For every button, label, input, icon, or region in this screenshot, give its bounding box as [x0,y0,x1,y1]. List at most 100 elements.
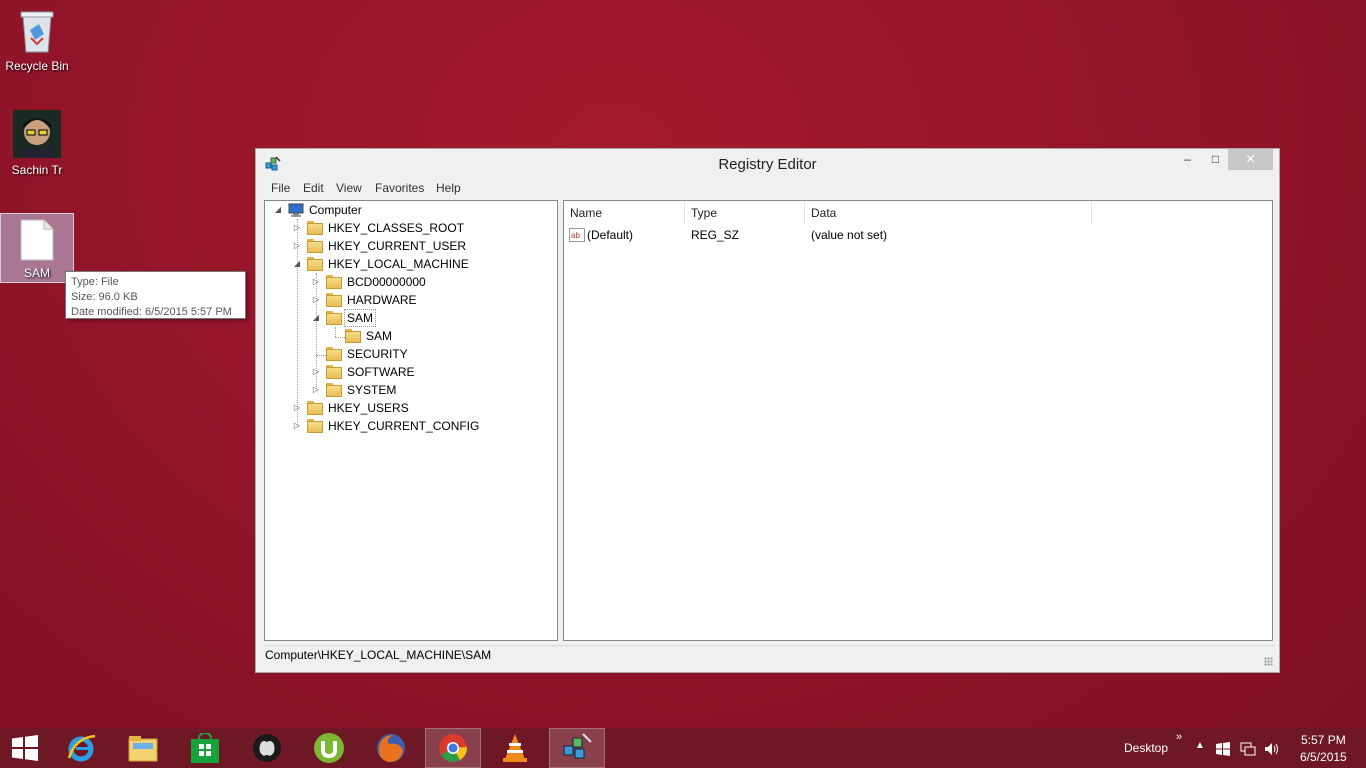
status-bar: Computer\HKEY_LOCAL_MACHINE\SAM [264,645,1274,666]
network-icon[interactable] [1240,742,1256,756]
regedit-button[interactable] [549,728,605,768]
menu-view[interactable]: View [336,181,362,195]
folder-icon [326,383,342,397]
recycle-bin-icon [20,11,54,53]
value-type: REG_SZ [691,228,740,242]
start-button[interactable] [0,728,56,768]
menu-help[interactable]: Help [436,181,461,195]
tree-label: Computer [309,203,362,217]
apple-app-button[interactable] [239,728,295,768]
list-row[interactable]: ab (Default) REG_SZ (value not set) [564,225,1264,245]
tree-label: HKEY_LOCAL_MACHINE [328,257,469,271]
menu-favorites[interactable]: Favorites [375,181,424,195]
clock-time[interactable]: 5:57 PM [1301,733,1346,747]
tree-node-sam-child[interactable]: SAM [265,327,555,345]
file-tooltip: Type: File Size: 96.0 KB Date modified: … [65,271,246,319]
expand-arrow-icon[interactable]: ▷ [311,363,321,381]
tree-node-hardware[interactable]: ▷ HARDWARE [265,291,555,309]
desktop-icon-recycle-bin[interactable]: Recycle Bin [1,6,73,74]
expand-arrow-icon[interactable]: ▷ [292,399,302,417]
tree-label: SECURITY [347,347,408,361]
tree-node-hkcu[interactable]: ▷ HKEY_CURRENT_USER [265,237,555,255]
file-explorer-icon [128,736,158,762]
expand-arrow-icon[interactable]: ▷ [311,273,321,291]
vlc-icon [503,734,527,762]
collapse-arrow-icon[interactable]: ◢ [311,309,321,327]
registry-editor-window: Registry Editor ‒ □ ✕ File Edit View Fav… [255,148,1280,673]
title-bar[interactable]: Registry Editor ‒ □ ✕ [256,149,1279,179]
folder-icon [326,275,342,289]
string-value-icon: ab [569,228,585,242]
desktop-icon-sachin[interactable]: Sachin Tr [1,110,73,180]
desktop-icon-label: Sachin Tr [11,163,63,177]
folder-icon [307,419,323,433]
collapse-arrow-icon[interactable]: ◢ [273,201,283,219]
internet-explorer-button[interactable] [53,728,109,768]
tree-node-hklm[interactable]: ◢ HKEY_LOCAL_MACHINE [265,255,555,273]
resize-grip-icon[interactable] [1264,657,1273,666]
folder-icon [326,293,342,307]
internet-explorer-icon [67,734,96,762]
tree-label: HKEY_CLASSES_ROOT [328,221,465,235]
column-header-name[interactable]: Name [564,201,685,225]
utorrent-icon [314,733,344,763]
tree-node-software[interactable]: ▷ SOFTWARE [265,363,555,381]
status-path: Computer\HKEY_LOCAL_MACHINE\SAM [265,648,492,662]
menu-file[interactable]: File [271,181,290,195]
value-name: (Default) [587,228,634,242]
volume-icon[interactable] [1264,742,1280,756]
tree-node-security[interactable]: SECURITY [265,345,555,363]
tree-label: SAM [366,329,393,343]
values-list-pane[interactable]: Name Type Data ab (Default) REG_SZ (valu… [563,200,1273,641]
utorrent-button[interactable] [301,728,357,768]
tooltip-size: Size: 96.0 KB [71,291,138,303]
folder-icon [307,239,323,253]
expand-arrow-icon[interactable]: ▷ [292,219,302,237]
folder-icon [326,347,342,361]
tree-node-computer[interactable]: ◢ Computer [265,201,555,219]
string-value-icon-text: ab [571,231,580,240]
windows-flag-tray-icon[interactable] [1216,742,1230,756]
tree-node-system[interactable]: ▷ SYSTEM [265,381,555,399]
clock-date[interactable]: 6/5/2015 [1300,750,1347,764]
column-header-data[interactable]: Data [805,201,1092,225]
tree-node-hkcr[interactable]: ▷ HKEY_CLASSES_ROOT [265,219,555,237]
folder-icon [307,257,323,271]
vlc-button[interactable] [487,728,543,768]
firefox-icon [377,734,405,762]
toolbar-overflow-icon[interactable]: » [1176,731,1182,743]
key-tree-pane[interactable]: ◢ Computer ▷ HKEY_CLASSES_ROOT ▷ HKEY_CU… [264,200,558,641]
expand-arrow-icon[interactable]: ▷ [292,237,302,255]
desktop-icon-sam[interactable]: SAM [0,213,74,283]
folder-icon [345,329,361,343]
tree-label: SYSTEM [347,383,397,397]
store-icon [191,733,219,763]
tree-node-bcd[interactable]: ▷ BCD00000000 [265,273,555,291]
tree-node-hku[interactable]: ▷ HKEY_USERS [265,399,555,417]
collapse-arrow-icon[interactable]: ◢ [292,255,302,273]
user-photo-icon [13,110,61,158]
tree-label: HKEY_CURRENT_CONFIG [328,419,480,433]
tree-node-sam[interactable]: ◢ SAM [265,309,555,327]
tooltip-type: Type: File [71,276,119,288]
expand-arrow-icon[interactable]: ▷ [311,381,321,399]
tree-label: HARDWARE [347,293,417,307]
expand-arrow-icon[interactable]: ▷ [311,291,321,309]
file-explorer-button[interactable] [115,728,171,768]
tree-label: HKEY_CURRENT_USER [328,239,467,253]
folder-icon [326,311,342,325]
expand-arrow-icon[interactable]: ▷ [292,417,302,435]
desktop-toolbar-label[interactable]: Desktop [1124,741,1168,755]
show-hidden-icons-icon[interactable]: ▲ [1195,740,1205,751]
close-button[interactable]: ✕ [1228,149,1273,170]
chrome-button[interactable] [425,728,481,768]
folder-icon [307,401,323,415]
firefox-button[interactable] [363,728,419,768]
column-header-type[interactable]: Type [685,201,805,225]
taskbar: Desktop » ▲ 5:57 PM 6/5/2015 [0,728,1366,768]
file-icon [20,219,54,261]
store-button[interactable] [177,728,233,768]
menu-edit[interactable]: Edit [303,181,324,195]
tree-node-hkcc[interactable]: ▷ HKEY_CURRENT_CONFIG [265,417,555,435]
window-title: Registry Editor [718,156,817,173]
